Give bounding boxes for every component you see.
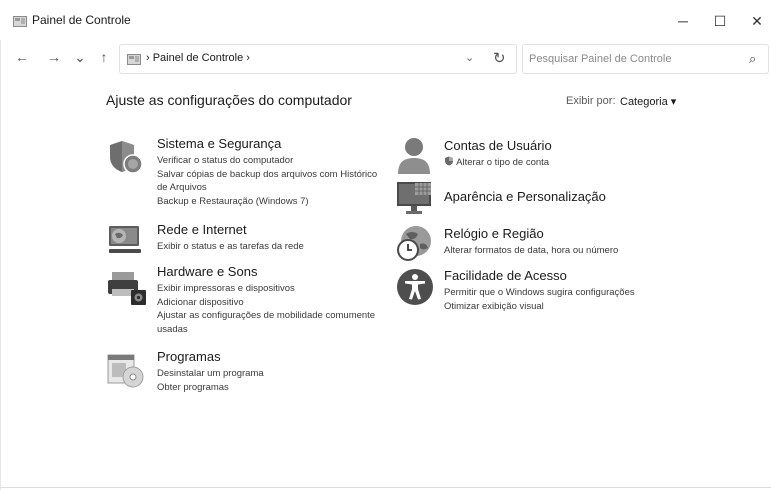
- backup-restore-link[interactable]: Backup e Restauração (Windows 7): [157, 195, 392, 209]
- let-windows-suggest-link[interactable]: Permitir que o Windows sugira configuraç…: [444, 286, 744, 300]
- clock-region-link[interactable]: Relógio e Região: [444, 226, 744, 242]
- shield-icon[interactable]: [107, 139, 143, 175]
- window-border: [0, 40, 1, 490]
- uninstall-program-link[interactable]: Desinstalar um programa: [157, 367, 392, 381]
- address-dropdown-icon[interactable]: ⌄: [465, 51, 474, 64]
- minimize-button[interactable]: ─: [663, 6, 703, 36]
- minimize-icon: ─: [678, 13, 688, 29]
- change-formats-link[interactable]: Alterar formatos de data, hora ou número: [444, 244, 744, 258]
- search-input[interactable]: Pesquisar Painel de Controle: [529, 53, 671, 65]
- appearance-monitor-icon[interactable]: [396, 180, 434, 216]
- category-accessibility: Facilidade de Acesso Permitir que o Wind…: [444, 268, 744, 313]
- category-network: Rede e Internet Exibir o status e as tar…: [157, 222, 392, 254]
- control-panel-window: Painel de Controle ─ ☐ ✕ ← → ⌄ ↑ › Paine…: [0, 0, 771, 490]
- mobility-settings-link-cont[interactable]: usadas: [157, 323, 392, 337]
- title-bar: Painel de Controle ─ ☐ ✕: [0, 0, 771, 40]
- accessibility-icon[interactable]: [396, 268, 434, 306]
- page-title: Ajuste as configurações do computador: [106, 92, 352, 108]
- change-account-type-link[interactable]: Alterar o tipo de conta: [444, 156, 744, 170]
- clock-globe-icon[interactable]: [396, 224, 434, 262]
- window-title: Painel de Controle: [32, 13, 131, 27]
- ease-of-access-link[interactable]: Facilidade de Acesso: [444, 268, 744, 284]
- back-arrow-icon: ←: [15, 49, 29, 65]
- maximize-icon: ☐: [713, 12, 727, 29]
- breadcrumb[interactable]: › Painel de Controle ›: [146, 52, 250, 64]
- check-status-link[interactable]: Verificar o status do computador: [157, 154, 392, 168]
- navigation-bar: ← → ⌄ ↑ › Painel de Controle › ⌄ ↻ Pesqu…: [0, 40, 771, 76]
- search-box[interactable]: Pesquisar Painel de Controle ⌕: [522, 44, 769, 74]
- up-arrow-icon: ↑: [100, 49, 108, 65]
- control-panel-icon: [127, 54, 141, 65]
- user-account-icon[interactable]: [396, 136, 432, 176]
- view-by-dropdown[interactable]: Categoria ▾: [620, 95, 676, 108]
- maximize-button[interactable]: ☐: [700, 6, 740, 36]
- network-globe-icon[interactable]: [107, 222, 143, 258]
- forward-arrow-icon: →: [47, 49, 61, 65]
- window-bottom-border: [0, 487, 771, 488]
- category-appearance: Aparência e Personalização: [444, 189, 744, 207]
- category-programs: Programas Desinstalar um programa Obter …: [157, 349, 392, 394]
- network-internet-link[interactable]: Rede e Internet: [157, 222, 392, 238]
- address-bar[interactable]: › Painel de Controle › ⌄ ↻: [119, 44, 517, 74]
- devices-printers-link[interactable]: Exibir impressoras e dispositivos: [157, 282, 392, 296]
- optimize-display-link[interactable]: Otimizar exibição visual: [444, 300, 744, 314]
- back-button[interactable]: ←: [11, 46, 33, 68]
- network-status-link[interactable]: Exibir o status e as tarefas da rede: [157, 240, 392, 254]
- user-accounts-link[interactable]: Contas de Usuário: [444, 138, 744, 154]
- close-icon: ✕: [751, 12, 763, 29]
- close-button[interactable]: ✕: [737, 6, 771, 36]
- system-security-link[interactable]: Sistema e Segurança: [157, 136, 392, 152]
- programs-link[interactable]: Programas: [157, 349, 392, 365]
- uac-shield-icon: [445, 156, 453, 166]
- printer-icon[interactable]: [107, 270, 147, 306]
- add-device-link[interactable]: Adicionar dispositivo: [157, 296, 392, 310]
- refresh-icon[interactable]: ↻: [493, 49, 506, 67]
- up-button[interactable]: ↑: [93, 46, 115, 68]
- search-icon[interactable]: ⌕: [749, 51, 756, 67]
- programs-icon[interactable]: [107, 352, 145, 388]
- change-account-type-text: Alterar o tipo de conta: [456, 157, 550, 168]
- category-users: Contas de Usuário Alterar o tipo de cont…: [444, 138, 744, 170]
- forward-button[interactable]: →: [43, 46, 65, 68]
- appearance-link[interactable]: Aparência e Personalização: [444, 189, 744, 205]
- recent-locations-button[interactable]: ⌄: [69, 46, 91, 68]
- file-history-link-cont[interactable]: de Arquivos: [157, 181, 392, 195]
- control-panel-icon: [13, 16, 27, 27]
- view-by-label: Exibir por:: [566, 95, 616, 107]
- category-clock: Relógio e Região Alterar formatos de dat…: [444, 226, 744, 258]
- hardware-sound-link[interactable]: Hardware e Sons: [157, 264, 392, 280]
- category-hardware: Hardware e Sons Exibir impressoras e dis…: [157, 264, 392, 336]
- file-history-link[interactable]: Salvar cópias de backup dos arquivos com…: [157, 168, 392, 182]
- get-programs-link[interactable]: Obter programas: [157, 381, 392, 395]
- category-system-security: Sistema e Segurança Verificar o status d…: [157, 136, 392, 208]
- mobility-settings-link[interactable]: Ajustar as configurações de mobilidade c…: [157, 309, 392, 323]
- chevron-down-icon: ⌄: [74, 48, 86, 65]
